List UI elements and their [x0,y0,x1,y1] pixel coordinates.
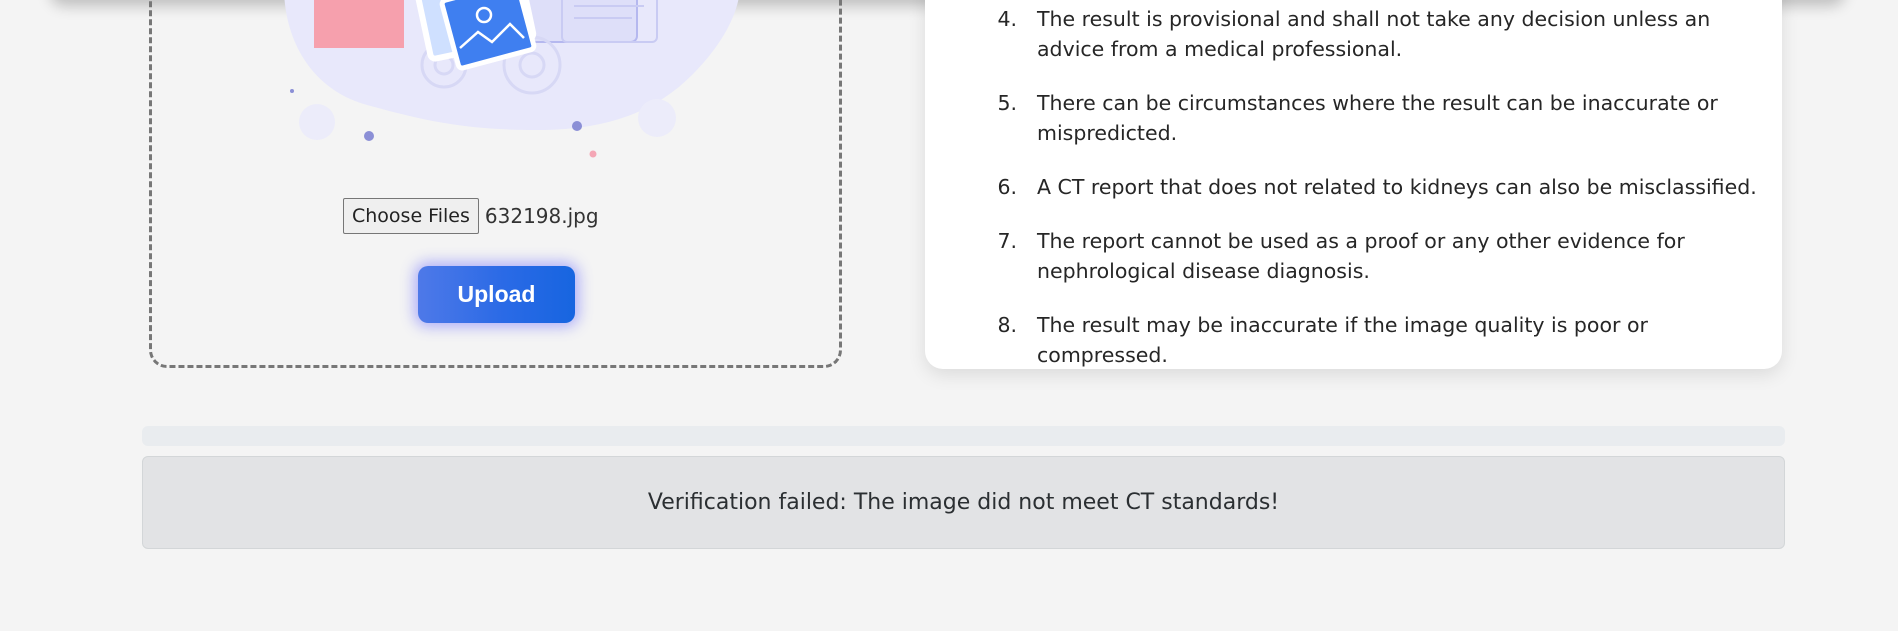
list-item: 4. The result is provisional and shall n… [977,4,1777,64]
list-item-text: The result may be inaccurate if the imag… [1037,313,1648,367]
list-item: 7. The report cannot be used as a proof … [977,226,1777,286]
list-item-text: The report cannot be used as a proof or … [1037,229,1685,283]
list-item-text: A CT report that does not related to kid… [1037,175,1757,199]
alert-message: Verification failed: The image did not m… [647,490,1280,515]
list-item-number: 7. [997,229,1017,253]
file-input-row: Choose Files 632198.jpg [343,198,599,234]
verification-alert: Verification failed: The image did not m… [142,456,1785,549]
progress-bar [142,426,1785,446]
list-item-number: 5. [997,91,1017,115]
selected-file-name: 632198.jpg [484,204,599,228]
disclaimer-list: 4. The result is provisional and shall n… [977,4,1777,394]
disclaimer-card: 4. The result is provisional and shall n… [925,0,1782,369]
list-item-text: The result is provisional and shall not … [1037,7,1711,61]
upload-button[interactable]: Upload [418,266,575,323]
list-item: 5. There can be circumstances where the … [977,88,1777,148]
list-item-number: 4. [997,7,1017,31]
list-item-number: 6. [997,175,1017,199]
list-item-number: 8. [997,313,1017,337]
list-item: 8. The result may be inaccurate if the i… [977,310,1777,370]
list-item-text: There can be circumstances where the res… [1037,91,1718,145]
choose-files-button[interactable]: Choose Files [343,198,479,234]
upload-dropzone[interactable]: Choose Files 632198.jpg Upload [149,0,842,368]
list-item: 6. A CT report that does not related to … [977,172,1777,202]
upload-illustration [284,0,739,158]
